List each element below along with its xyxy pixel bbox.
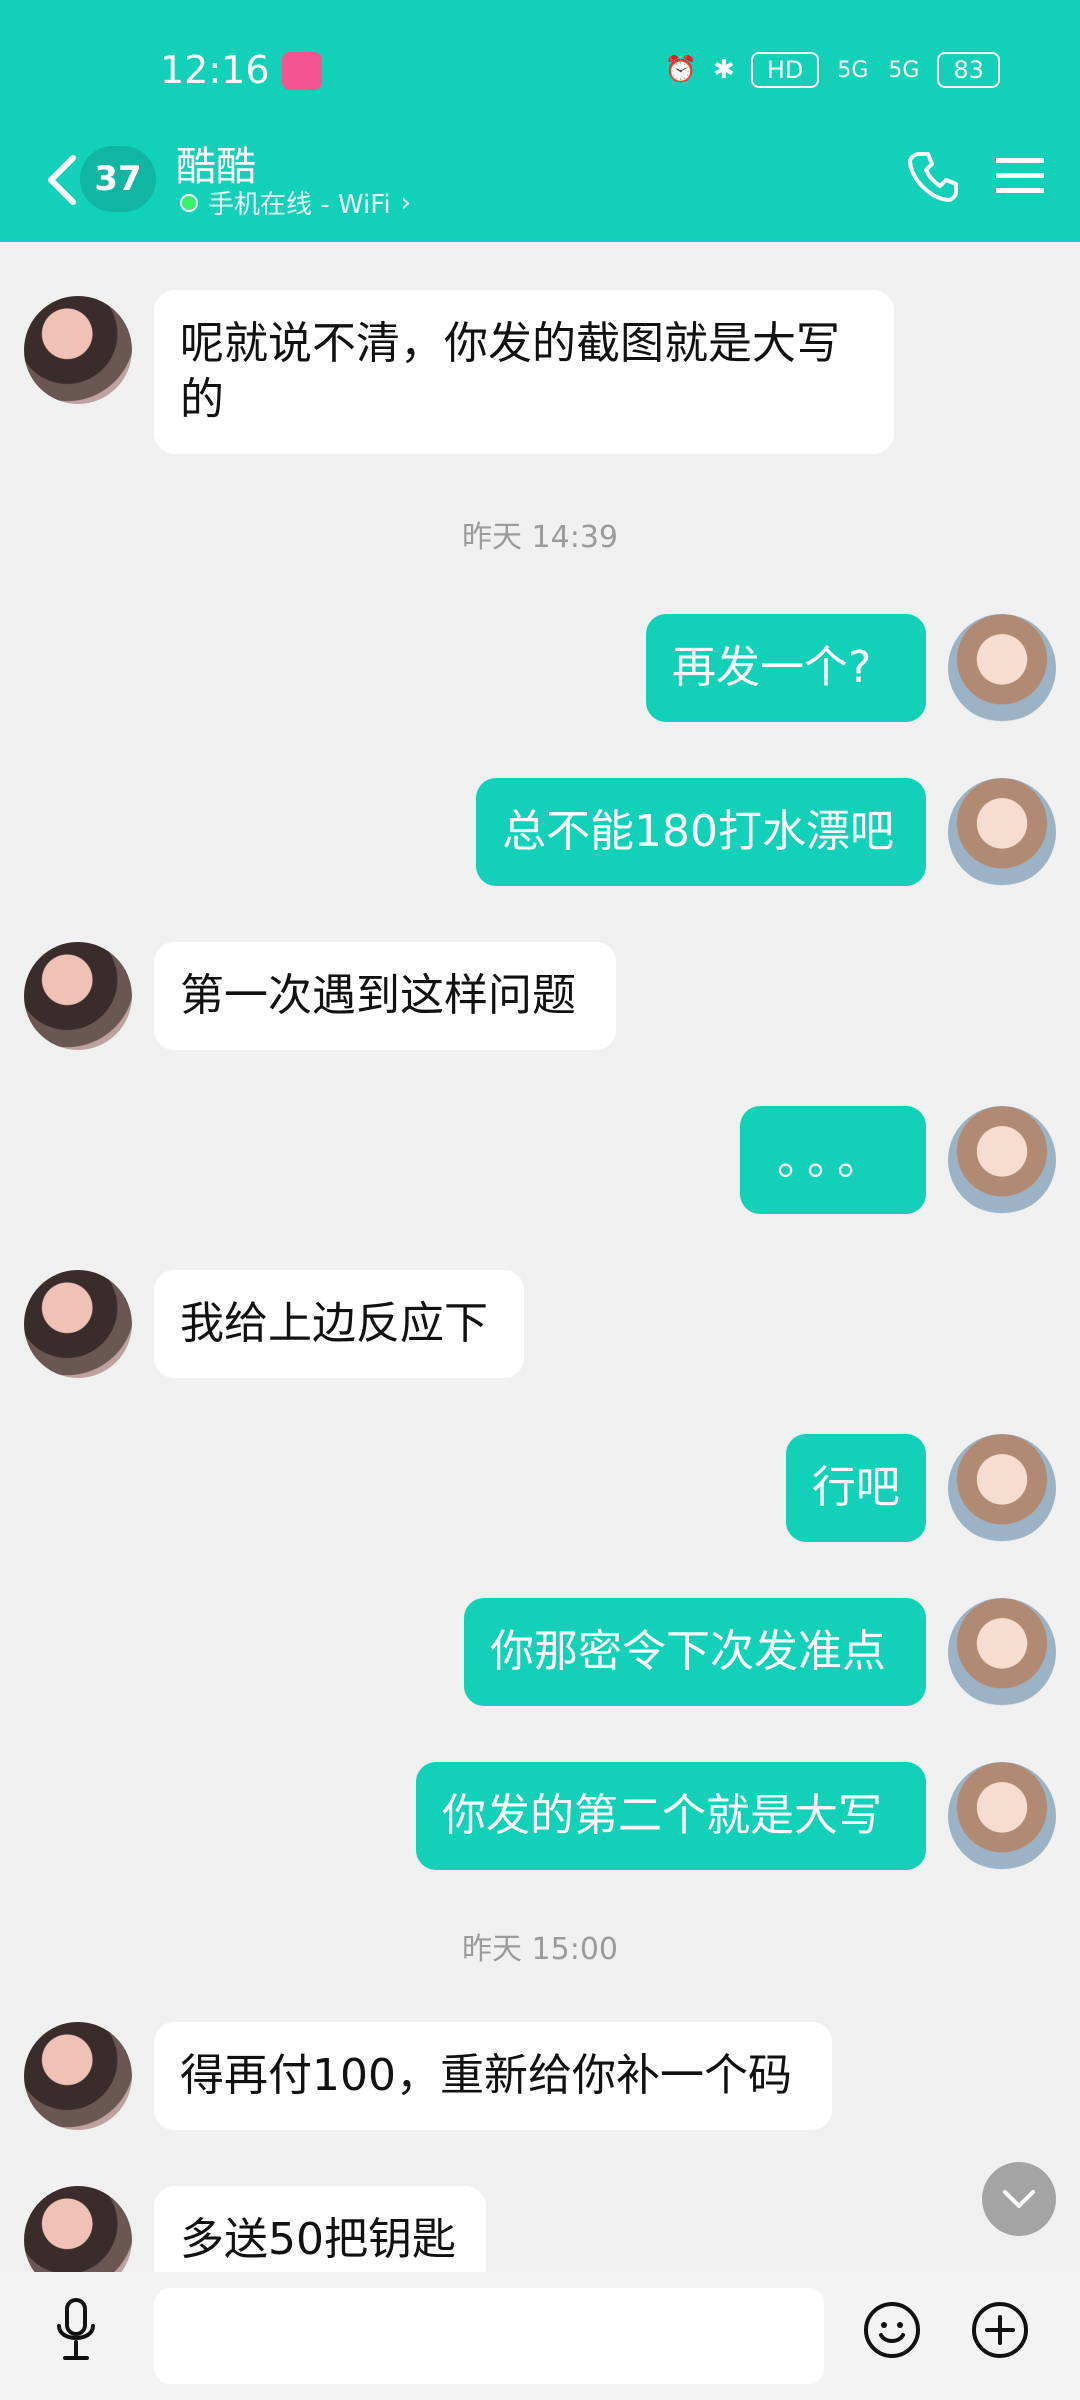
message-input[interactable] xyxy=(154,2288,824,2384)
message-row: 你发的第二个就是大写 xyxy=(0,1762,1080,1872)
phone-icon xyxy=(908,152,958,202)
status-bar: 12:16 ⏰ ✱ HD 5G 5G 83 xyxy=(0,0,1080,140)
message-row: 第一次遇到这样问题 xyxy=(0,942,1080,1052)
message-bubble[interactable]: 我给上边反应下 xyxy=(154,1270,524,1378)
status-time: 12:16 xyxy=(160,48,270,92)
message-timestamp: 昨天 14:39 xyxy=(462,520,618,555)
message-row: 我给上边反应下 xyxy=(0,1270,1080,1380)
unread-badge: 37 xyxy=(80,146,156,212)
message-bubble[interactable]: 得再付100，重新给你补一个码 xyxy=(154,2022,832,2130)
contact-avatar[interactable] xyxy=(24,2186,132,2272)
plus-icon xyxy=(972,2302,1028,2358)
app-notification-icon xyxy=(282,52,322,90)
signal-5g-1: 5G xyxy=(837,57,869,83)
chat-header: 37 酷酷 手机在线 - WiFi › xyxy=(0,140,1080,242)
message-bubble[interactable]: 总不能180打水漂吧 xyxy=(476,778,926,886)
input-bar xyxy=(0,2272,1080,2400)
battery-level: 83 xyxy=(937,52,1000,88)
message-list[interactable]: 呢就说不清，你发的截图就是大写 的 昨天 14:39 再发一个? 总不能180打… xyxy=(0,242,1080,2272)
message-row: 再发一个? xyxy=(0,614,1080,724)
message-row: 你那密令下次发准点 xyxy=(0,1598,1080,1708)
self-avatar[interactable] xyxy=(948,1434,1056,1542)
contact-avatar[interactable] xyxy=(24,296,132,404)
microphone-icon xyxy=(57,2298,95,2360)
back-icon xyxy=(48,155,76,205)
scroll-to-bottom-button[interactable] xyxy=(982,2162,1056,2236)
message-row: 呢就说不清，你发的截图就是大写 的 xyxy=(0,290,1080,460)
status-icons: ⏰ ✱ HD 5G 5G 83 xyxy=(665,52,1000,88)
message-row: 总不能180打水漂吧 xyxy=(0,778,1080,888)
contact-avatar[interactable] xyxy=(24,942,132,1050)
hd-badge: HD xyxy=(750,52,820,88)
top-bar: 12:16 ⏰ ✱ HD 5G 5G 83 37 酷酷 手机在线 - WiFi … xyxy=(0,0,1080,242)
contact-avatar[interactable] xyxy=(24,2022,132,2130)
message-bubble[interactable]: 。。。 xyxy=(740,1106,926,1214)
bluetooth-icon: ✱ xyxy=(713,55,735,85)
contact-avatar[interactable] xyxy=(24,1270,132,1378)
message-bubble[interactable]: 第一次遇到这样问题 xyxy=(154,942,616,1050)
message-bubble[interactable]: 你那密令下次发准点 xyxy=(464,1598,926,1706)
message-bubble[interactable]: 你发的第二个就是大写 xyxy=(416,1762,926,1870)
message-bubble[interactable]: 呢就说不清，你发的截图就是大写 的 xyxy=(154,290,894,454)
signal-5g-2: 5G xyxy=(888,57,920,83)
message-timestamp: 昨天 15:00 xyxy=(462,1932,618,1967)
voice-button[interactable] xyxy=(36,2290,116,2370)
message-row: 。。。 xyxy=(0,1106,1080,1216)
online-status-text: 手机在线 - WiFi xyxy=(208,190,391,220)
emoji-button[interactable] xyxy=(852,2290,932,2370)
chevron-right-icon: › xyxy=(400,187,411,218)
message-bubble[interactable]: 多送50把钥匙 xyxy=(154,2186,486,2272)
message-bubble[interactable]: 再发一个? xyxy=(646,614,926,722)
self-avatar[interactable] xyxy=(948,614,1056,722)
self-avatar[interactable] xyxy=(948,778,1056,886)
self-avatar[interactable] xyxy=(948,1106,1056,1214)
emoji-icon xyxy=(864,2302,920,2358)
menu-button[interactable] xyxy=(984,140,1056,212)
message-bubble[interactable]: 行吧 xyxy=(786,1434,926,1542)
message-row: 多送50把钥匙 xyxy=(0,2186,1080,2272)
alarm-icon: ⏰ xyxy=(664,55,698,85)
online-status[interactable]: 手机在线 - WiFi › xyxy=(180,184,411,221)
chevron-down-icon xyxy=(1003,2190,1035,2208)
more-button[interactable] xyxy=(960,2290,1040,2370)
self-avatar[interactable] xyxy=(948,1762,1056,1870)
online-dot-icon xyxy=(180,193,198,212)
menu-icon xyxy=(996,158,1044,193)
call-button[interactable] xyxy=(898,140,970,212)
message-row: 得再付100，重新给你补一个码 xyxy=(0,2022,1080,2132)
message-row: 行吧 xyxy=(0,1434,1080,1544)
self-avatar[interactable] xyxy=(948,1598,1056,1706)
